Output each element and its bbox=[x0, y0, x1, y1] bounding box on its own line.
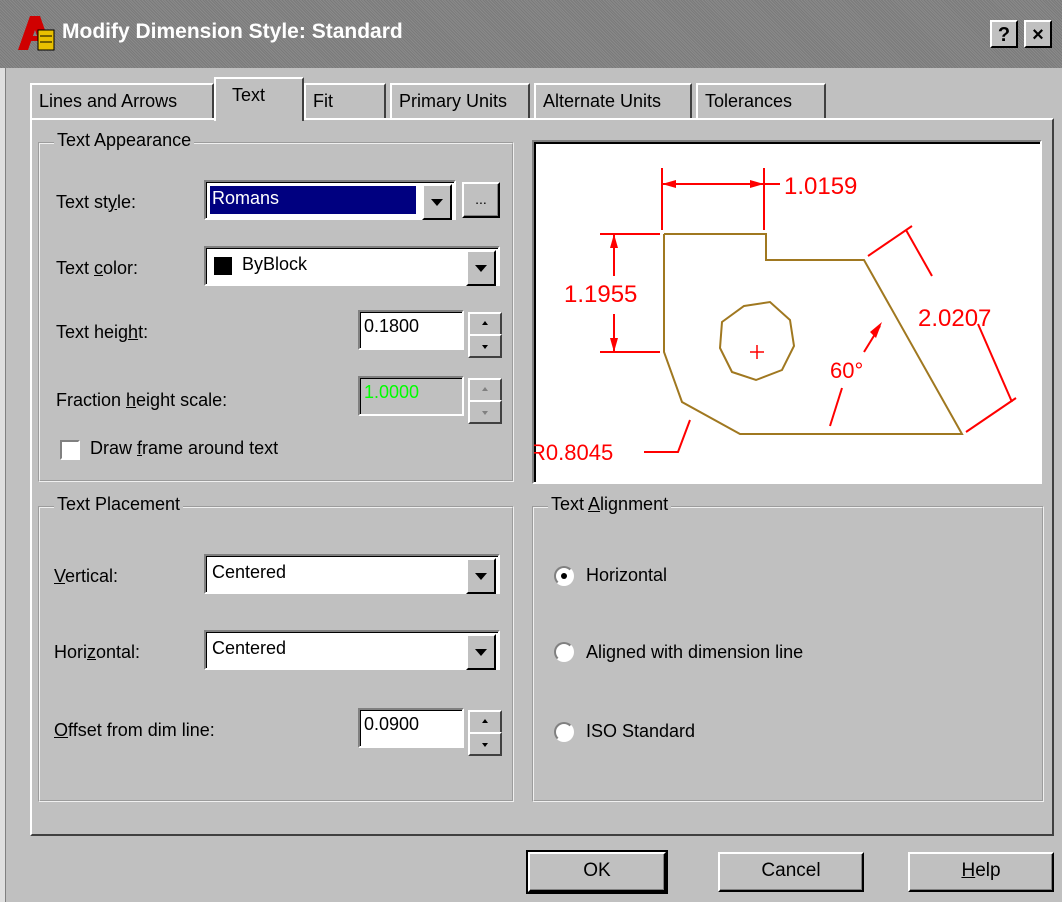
close-icon[interactable]: × bbox=[1024, 20, 1052, 48]
text-alignment-title: Text Alignment bbox=[548, 494, 672, 515]
spin-up-icon[interactable] bbox=[468, 378, 502, 402]
preview-drawing: 1.0159 1.1955 2.0207 60° R0.8045 bbox=[534, 168, 1017, 465]
radio-selected-dot bbox=[561, 573, 567, 579]
horizontal-label: Horizontal: bbox=[54, 642, 141, 662]
help-title-button[interactable]: ? bbox=[990, 20, 1018, 48]
autocad-app-icon[interactable] bbox=[16, 14, 56, 52]
text-height-input[interactable]: 0.1800 bbox=[358, 310, 464, 350]
radio-iso-label[interactable]: ISO Standard bbox=[586, 721, 695, 742]
text-color-value: ByBlock bbox=[242, 254, 308, 274]
dim-left-label: 1.1955 bbox=[564, 281, 637, 308]
dim-right-label: 2.0207 bbox=[918, 305, 991, 332]
draw-frame-label: Draw frame around text bbox=[90, 438, 279, 458]
draw-frame-checkbox[interactable] bbox=[60, 440, 80, 460]
text-style-value: Romans bbox=[212, 188, 280, 208]
text-appearance-title: Text Appearance bbox=[54, 130, 195, 151]
text-style-dropdown[interactable]: Romans bbox=[204, 180, 456, 220]
spin-down-icon[interactable] bbox=[468, 334, 502, 358]
fraction-height-scale-spinner[interactable] bbox=[468, 378, 502, 424]
chevron-down-icon[interactable] bbox=[466, 634, 496, 670]
part-outline bbox=[663, 233, 964, 435]
chevron-down-icon[interactable] bbox=[422, 184, 452, 220]
help-button[interactable]: Help bbox=[908, 852, 1054, 892]
horizontal-value: Centered bbox=[212, 638, 287, 658]
tab-text[interactable]: Text bbox=[214, 77, 304, 121]
dim-top-label: 1.0159 bbox=[784, 173, 857, 200]
text-style-label: Text style: bbox=[56, 192, 137, 212]
ok-button[interactable]: OK bbox=[526, 850, 668, 894]
radio-horizontal-label[interactable]: Horizontal bbox=[586, 565, 667, 586]
radio-iso-standard[interactable] bbox=[554, 722, 574, 742]
text-height-label: Text height: bbox=[56, 322, 149, 342]
spin-down-icon[interactable] bbox=[468, 400, 502, 424]
tab-alternate-units[interactable]: Alternate Units bbox=[534, 83, 692, 118]
offset-label: Offset from dim line: bbox=[54, 720, 215, 740]
dimension-preview: 1.0159 1.1955 2.0207 60° R0.8045 bbox=[532, 140, 1042, 484]
tab-fit[interactable]: Fit bbox=[304, 83, 386, 118]
radio-aligned-with-dimension-line[interactable] bbox=[554, 642, 574, 662]
horizontal-dropdown[interactable]: Centered bbox=[204, 630, 500, 670]
vertical-dropdown[interactable]: Centered bbox=[204, 554, 500, 594]
offset-value: 0.0900 bbox=[364, 714, 420, 734]
offset-input[interactable]: 0.0900 bbox=[358, 708, 464, 748]
radius-label: R0.8045 bbox=[534, 440, 613, 465]
offset-spinner[interactable] bbox=[468, 710, 502, 756]
angle-label: 60° bbox=[830, 358, 863, 383]
fraction-height-scale-value: 1.0000 bbox=[364, 382, 420, 402]
tab-primary-units[interactable]: Primary Units bbox=[390, 83, 530, 118]
text-height-spinner[interactable] bbox=[468, 312, 502, 358]
text-color-dropdown[interactable]: ByBlock bbox=[204, 246, 500, 286]
tab-tolerances[interactable]: Tolerances bbox=[696, 83, 826, 118]
spin-down-icon[interactable] bbox=[468, 732, 502, 756]
chevron-down-icon[interactable] bbox=[466, 558, 496, 594]
tab-lines-and-arrows[interactable]: Lines and Arrows bbox=[30, 83, 214, 118]
chevron-down-icon[interactable] bbox=[466, 250, 496, 286]
radio-aligned-label[interactable]: Aligned with dimension line bbox=[586, 642, 803, 663]
text-height-value: 0.1800 bbox=[364, 316, 420, 336]
fraction-height-scale-label: Fraction height scale: bbox=[56, 390, 228, 410]
cancel-button[interactable]: Cancel bbox=[718, 852, 864, 892]
radio-horizontal[interactable] bbox=[554, 566, 574, 586]
spin-up-icon[interactable] bbox=[468, 312, 502, 336]
part-hole bbox=[718, 300, 796, 382]
browse-text-style-button[interactable]: ... bbox=[462, 182, 500, 218]
vertical-label: Vertical: bbox=[54, 566, 119, 586]
text-color-label: Text color: bbox=[56, 258, 139, 278]
color-swatch bbox=[214, 257, 232, 275]
text-placement-title: Text Placement bbox=[54, 494, 184, 515]
window-edge bbox=[0, 68, 6, 902]
spin-up-icon[interactable] bbox=[468, 710, 502, 734]
fraction-height-scale-input[interactable]: 1.0000 bbox=[358, 376, 464, 416]
window-title: Modify Dimension Style: Standard bbox=[62, 20, 403, 43]
vertical-value: Centered bbox=[212, 562, 287, 582]
